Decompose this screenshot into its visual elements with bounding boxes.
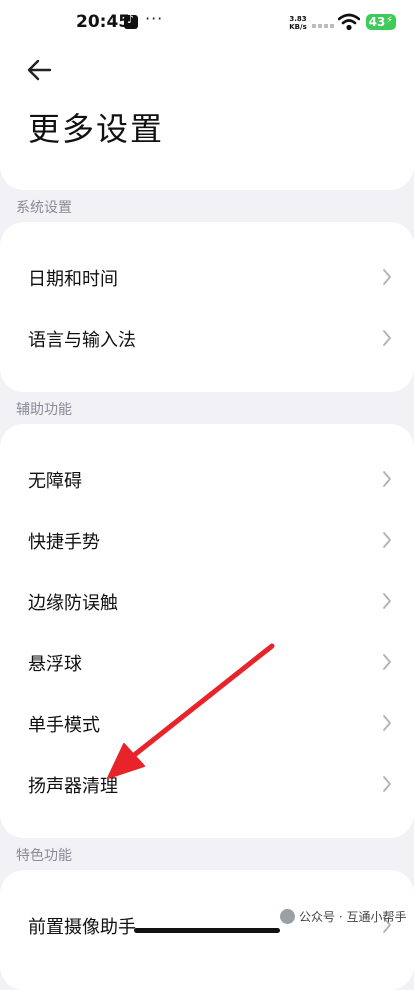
settings-row-edge-touch-protection[interactable]: 边缘防误触 <box>0 570 414 631</box>
row-label: 悬浮球 <box>28 654 82 675</box>
settings-row-language-input[interactable]: 语言与输入法 <box>0 307 414 368</box>
network-speed: 3.83 KB/s <box>286 15 310 31</box>
settings-row-accessibility[interactable]: 无障碍 <box>0 448 414 509</box>
chevron-right-icon <box>383 471 391 487</box>
row-label: 扬声器清理 <box>28 776 118 797</box>
battery-level: 43 <box>368 15 386 29</box>
settings-row-date-time[interactable]: 日期和时间 <box>0 246 414 307</box>
chevron-right-icon <box>383 330 391 346</box>
wifi-icon <box>338 13 360 31</box>
chevron-right-icon <box>383 269 391 285</box>
row-label: 日期和时间 <box>28 269 118 290</box>
chevron-right-icon <box>383 593 391 609</box>
row-label: 无障碍 <box>28 471 82 492</box>
network-speed-unit: KB/s <box>289 23 307 31</box>
section-card-accessibility: 无障碍 快捷手势 边缘防误触 悬浮球 单手模式 扬声器清理 <box>0 424 414 838</box>
section-card-system: 日期和时间 语言与输入法 <box>0 222 414 392</box>
tiktok-notification-icon <box>124 13 138 29</box>
watermark: 公众号 · 互通小帮手 <box>280 908 406 925</box>
chevron-right-icon <box>383 532 391 548</box>
network-speed-value: 3.83 <box>289 15 307 23</box>
row-label: 单手模式 <box>28 715 100 736</box>
signal-icon <box>312 24 334 28</box>
settings-row-speaker-cleaning[interactable]: 扬声器清理 <box>0 753 414 814</box>
back-arrow-icon[interactable] <box>24 54 56 86</box>
more-notifications-icon: ··· <box>145 9 164 28</box>
status-time: 20:45 <box>76 12 131 32</box>
watermark-text: 公众号 · 互通小帮手 <box>299 910 407 924</box>
section-label-system: 系统设置 <box>16 200 72 216</box>
section-label-accessibility: 辅助功能 <box>16 402 72 418</box>
row-label: 前置摄像助手 <box>28 917 136 938</box>
settings-row-floating-ball[interactable]: 悬浮球 <box>0 631 414 692</box>
chevron-right-icon <box>383 654 391 670</box>
row-label: 快捷手势 <box>28 532 100 553</box>
charging-bolt-icon: ⚡ <box>385 15 393 26</box>
settings-row-quick-gestures[interactable]: 快捷手势 <box>0 509 414 570</box>
home-indicator[interactable] <box>134 928 280 933</box>
page-title: 更多设置 <box>28 110 165 148</box>
status-bar: 20:45 ··· 3.83 KB/s 43 ⚡ <box>0 0 414 44</box>
battery-icon: 43 ⚡ <box>366 14 396 30</box>
chevron-right-icon <box>383 715 391 731</box>
section-label-featured: 特色功能 <box>16 848 72 864</box>
row-label: 语言与输入法 <box>28 330 136 351</box>
wechat-icon <box>280 909 295 924</box>
header: 更多设置 <box>0 44 414 190</box>
row-label: 边缘防误触 <box>28 593 118 614</box>
settings-row-one-handed-mode[interactable]: 单手模式 <box>0 692 414 753</box>
chevron-right-icon <box>383 776 391 792</box>
